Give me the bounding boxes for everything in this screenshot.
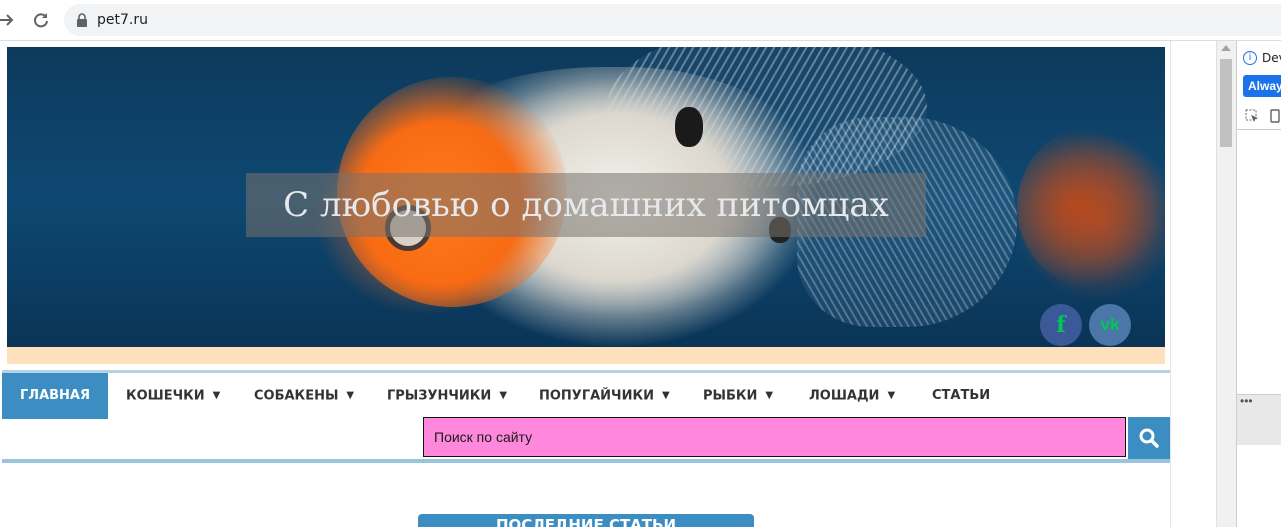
chevron-down-icon: ▼ (212, 390, 221, 401)
site-container: С любовью о домашних питомцах f vk ГЛАВН… (2, 41, 1171, 527)
devtools-panel: i Dev Alway ••• (1236, 41, 1281, 527)
chevron-down-icon: ▼ (887, 390, 896, 401)
latest-articles-heading: ПОСЛЕДНИЕ СТАТЬИ (418, 514, 754, 527)
fish-spot-image (675, 107, 703, 147)
search-form: Поиск по сайту (423, 417, 1170, 459)
address-bar[interactable]: pet7.ru (64, 4, 1281, 36)
more-icon[interactable]: ••• (1240, 394, 1253, 408)
devtools-info-text: Dev (1262, 51, 1281, 65)
vk-icon[interactable]: vk (1089, 304, 1131, 346)
scroll-up-icon[interactable] (1221, 45, 1231, 51)
devtools-always-button[interactable]: Alway (1243, 75, 1281, 97)
header-banner: С любовью о домашних питомцах f vk (7, 47, 1165, 347)
site-title[interactable]: С любовью о домашних питомцах (246, 173, 926, 237)
facebook-icon[interactable]: f (1040, 304, 1082, 346)
menu-item-cats[interactable]: КОШЕЧКИ ▼ (126, 373, 220, 419)
search-icon (1139, 428, 1159, 448)
page-viewport: С любовью о домашних питомцах f vk ГЛАВН… (0, 41, 1216, 527)
chevron-down-icon: ▼ (346, 390, 355, 401)
menu-item-rodents[interactable]: ГРЫЗУНЧИКИ ▼ (387, 373, 507, 419)
menu-item-fish[interactable]: РЫБКИ ▼ (703, 373, 773, 419)
search-input[interactable]: Поиск по сайту (423, 417, 1126, 457)
forward-arrow-icon[interactable] (0, 8, 18, 32)
chevron-down-icon: ▼ (661, 390, 670, 401)
reload-icon[interactable] (29, 8, 53, 32)
inspect-element-icon[interactable] (1245, 109, 1259, 123)
lock-icon (76, 13, 88, 32)
info-icon: i (1243, 51, 1257, 65)
url-text: pet7.ru (97, 12, 148, 28)
devtools-toolbar (1237, 103, 1281, 130)
background-fish-image (1017, 127, 1165, 287)
menu-item-home[interactable]: ГЛАВНАЯ (2, 373, 109, 419)
menu-item-articles[interactable]: СТАТЬИ (932, 373, 990, 419)
header-strip (7, 347, 1165, 364)
device-toolbar-icon[interactable] (1269, 109, 1281, 123)
page-scrollbar[interactable] (1216, 41, 1236, 527)
menu-item-dogs[interactable]: СОБАКЕНЫ ▼ (254, 373, 354, 419)
menu-item-horses[interactable]: ЛОШАДИ ▼ (809, 373, 895, 419)
chevron-down-icon: ▼ (499, 390, 508, 401)
search-button[interactable] (1128, 417, 1170, 459)
chevron-down-icon: ▼ (765, 390, 774, 401)
browser-toolbar: pet7.ru (0, 0, 1281, 41)
scroll-thumb[interactable] (1220, 59, 1232, 147)
main-menu: ГЛАВНАЯ КОШЕЧКИ ▼ СОБАКЕНЫ ▼ ГРЫЗУНЧИКИ ▼ П… (2, 370, 1170, 419)
menu-item-parrots[interactable]: ПОПУГАЙЧИКИ ▼ (539, 373, 670, 419)
search-divider (2, 459, 1170, 463)
